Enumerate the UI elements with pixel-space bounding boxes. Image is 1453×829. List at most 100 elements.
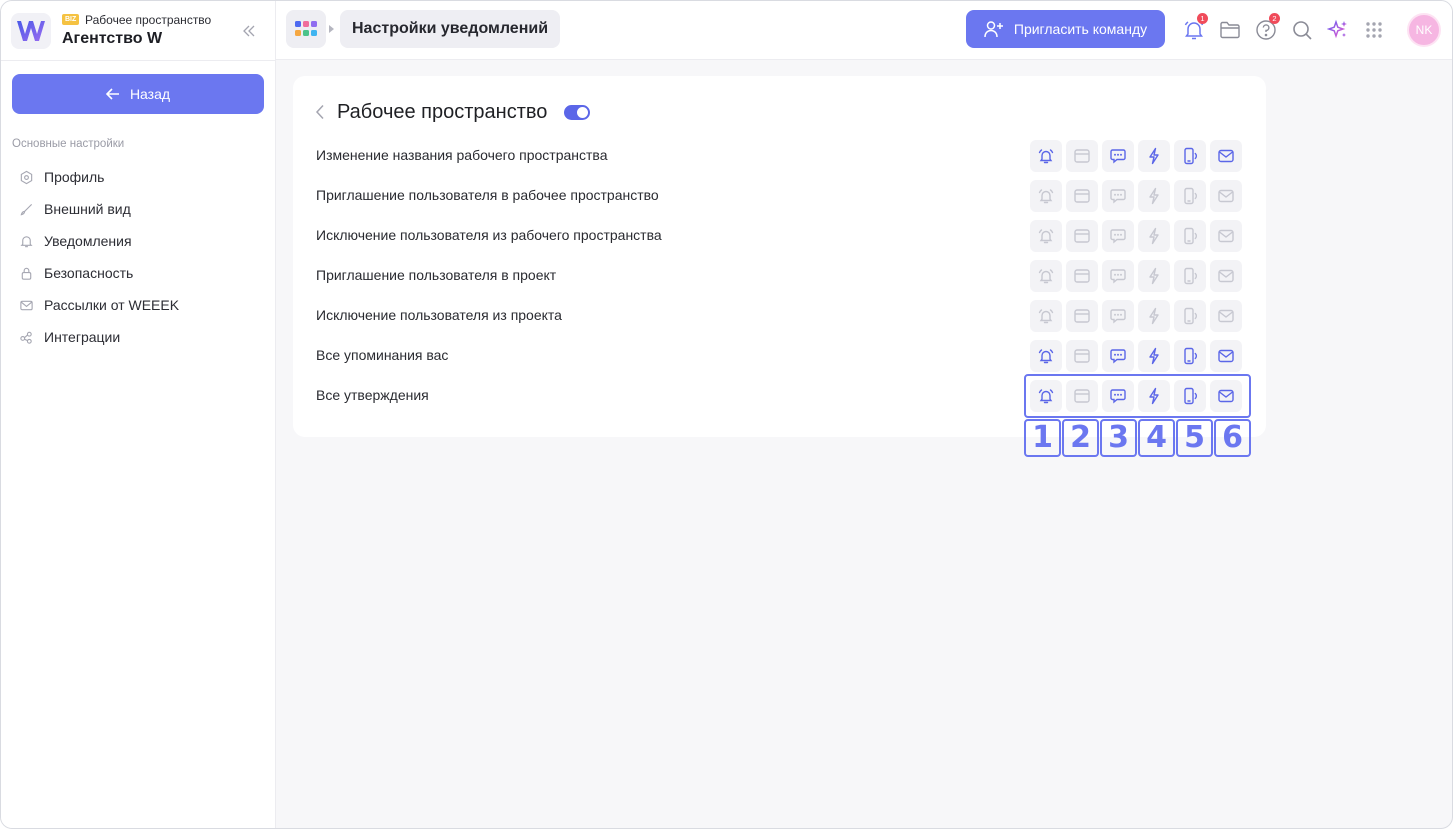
channel-number-label: 2 <box>1062 419 1099 457</box>
sidebar-item-notifications[interactable]: Уведомления <box>19 225 264 257</box>
channel-toggles <box>1030 340 1242 372</box>
integrations-icon <box>20 331 32 344</box>
chat-channel-toggle[interactable] <box>1102 260 1134 292</box>
avatar[interactable]: NK <box>1407 13 1441 47</box>
lightning-channel-toggle[interactable] <box>1138 180 1170 212</box>
sidebar: BIZ Рабочее пространство Агентство W Наз… <box>1 1 276 828</box>
sidebar-item-newsletters[interactable]: Рассылки от WEEEK <box>19 289 264 321</box>
mail-icon <box>1217 187 1235 205</box>
arrow-left-icon <box>105 88 119 100</box>
mail-icon <box>1217 227 1235 245</box>
channel-number-label: 1 <box>1024 419 1061 457</box>
phone-channel-toggle[interactable] <box>1174 140 1206 172</box>
search-button[interactable] <box>1290 18 1314 42</box>
sidebar-item-label: Профиль <box>44 169 105 185</box>
workspace-header[interactable]: BIZ Рабочее пространство Агентство W <box>11 11 266 53</box>
back-button[interactable]: Назад <box>12 74 264 114</box>
phone-channel-toggle[interactable] <box>1174 220 1206 252</box>
sparkles-icon <box>1327 19 1347 39</box>
phone-icon <box>1181 227 1199 245</box>
lightning-icon <box>1145 227 1163 245</box>
sidebar-item-profile[interactable]: Профиль <box>19 161 264 193</box>
sidebar-item-label: Безопасность <box>44 265 134 281</box>
notification-event-label: Приглашение пользователя в рабочее прост… <box>316 187 659 203</box>
sidebar-divider <box>1 60 276 61</box>
bell-channel-toggle[interactable] <box>1030 340 1062 372</box>
bell-icon <box>1037 267 1055 285</box>
mail-channel-toggle[interactable] <box>1210 140 1242 172</box>
lightning-channel-toggle[interactable] <box>1138 140 1170 172</box>
browser-icon <box>1073 267 1091 285</box>
app-window: BIZ Рабочее пространство Агентство W Наз… <box>0 0 1453 829</box>
notification-event-label: Приглашение пользователя в проект <box>316 267 557 283</box>
sidebar-item-security[interactable]: Безопасность <box>19 257 264 289</box>
browser-icon <box>1073 147 1091 165</box>
invite-team-button[interactable]: Пригласить команду <box>966 10 1165 48</box>
bell-channel-toggle[interactable] <box>1030 300 1062 332</box>
bell-channel-toggle[interactable] <box>1030 220 1062 252</box>
browser-channel-toggle[interactable] <box>1066 220 1098 252</box>
chat-channel-toggle[interactable] <box>1102 300 1134 332</box>
browser-channel-toggle[interactable] <box>1066 140 1098 172</box>
notification-event-label: Исключение пользователя из рабочего прос… <box>316 227 662 243</box>
chat-channel-toggle[interactable] <box>1102 340 1134 372</box>
breadcrumb-current[interactable]: Настройки уведомлений <box>340 10 561 48</box>
chat-channel-toggle[interactable] <box>1102 220 1134 252</box>
chat-icon <box>1109 147 1127 165</box>
phone-channel-toggle[interactable] <box>1174 180 1206 212</box>
phone-channel-toggle[interactable] <box>1174 300 1206 332</box>
browser-channel-toggle[interactable] <box>1066 340 1098 372</box>
sidebar-item-integrations[interactable]: Интеграции <box>19 321 264 353</box>
browser-channel-toggle[interactable] <box>1066 260 1098 292</box>
grid-dots-icon <box>1366 22 1382 38</box>
bell-icon <box>20 235 33 247</box>
lock-icon <box>21 267 32 280</box>
sidebar-item-appearance[interactable]: Внешний вид <box>19 193 264 225</box>
lightning-channel-toggle[interactable] <box>1138 260 1170 292</box>
bell-icon <box>1037 187 1055 205</box>
files-button[interactable] <box>1218 18 1242 42</box>
bell-channel-toggle[interactable] <box>1030 180 1062 212</box>
chat-icon <box>1109 187 1127 205</box>
card-header: Рабочее пространство <box>315 100 591 124</box>
mail-channel-toggle[interactable] <box>1210 300 1242 332</box>
mail-channel-toggle[interactable] <box>1210 180 1242 212</box>
browser-icon <box>1073 307 1091 325</box>
chat-icon <box>1109 267 1127 285</box>
bell-channel-toggle[interactable] <box>1030 140 1062 172</box>
browser-channel-toggle[interactable] <box>1066 180 1098 212</box>
phone-channel-toggle[interactable] <box>1174 260 1206 292</box>
mail-channel-toggle[interactable] <box>1210 260 1242 292</box>
browser-icon <box>1073 347 1091 365</box>
ai-button[interactable] <box>1326 18 1350 42</box>
lightning-icon <box>1145 187 1163 205</box>
section-title: Основные настройки <box>12 138 125 150</box>
chat-channel-toggle[interactable] <box>1102 140 1134 172</box>
phone-icon <box>1181 267 1199 285</box>
browser-channel-toggle[interactable] <box>1066 300 1098 332</box>
channel-toggles <box>1030 180 1242 212</box>
mail-channel-toggle[interactable] <box>1210 220 1242 252</box>
notification-row: Исключение пользователя из проекта <box>316 300 1246 332</box>
channel-number-label: 4 <box>1138 419 1175 457</box>
phone-channel-toggle[interactable] <box>1174 340 1206 372</box>
lightning-channel-toggle[interactable] <box>1138 220 1170 252</box>
chevron-left-icon[interactable] <box>315 104 325 120</box>
lightning-channel-toggle[interactable] <box>1138 300 1170 332</box>
mail-channel-toggle[interactable] <box>1210 340 1242 372</box>
bell-icon <box>1037 227 1055 245</box>
lightning-channel-toggle[interactable] <box>1138 340 1170 372</box>
notifications-button[interactable]: 1 <box>1182 13 1208 42</box>
sidebar-item-label: Внешний вид <box>44 201 131 217</box>
phone-icon <box>1181 147 1199 165</box>
chat-channel-toggle[interactable] <box>1102 180 1134 212</box>
apps-button[interactable] <box>286 10 326 48</box>
brush-icon <box>20 203 33 215</box>
browser-icon <box>1073 227 1091 245</box>
collapse-sidebar-icon[interactable] <box>239 21 259 41</box>
help-button[interactable]: 2 <box>1254 13 1280 42</box>
workspace-notifications-toggle[interactable] <box>564 104 591 120</box>
bell-channel-toggle[interactable] <box>1030 260 1062 292</box>
lightning-icon <box>1145 267 1163 285</box>
more-apps-button[interactable] <box>1362 18 1386 42</box>
